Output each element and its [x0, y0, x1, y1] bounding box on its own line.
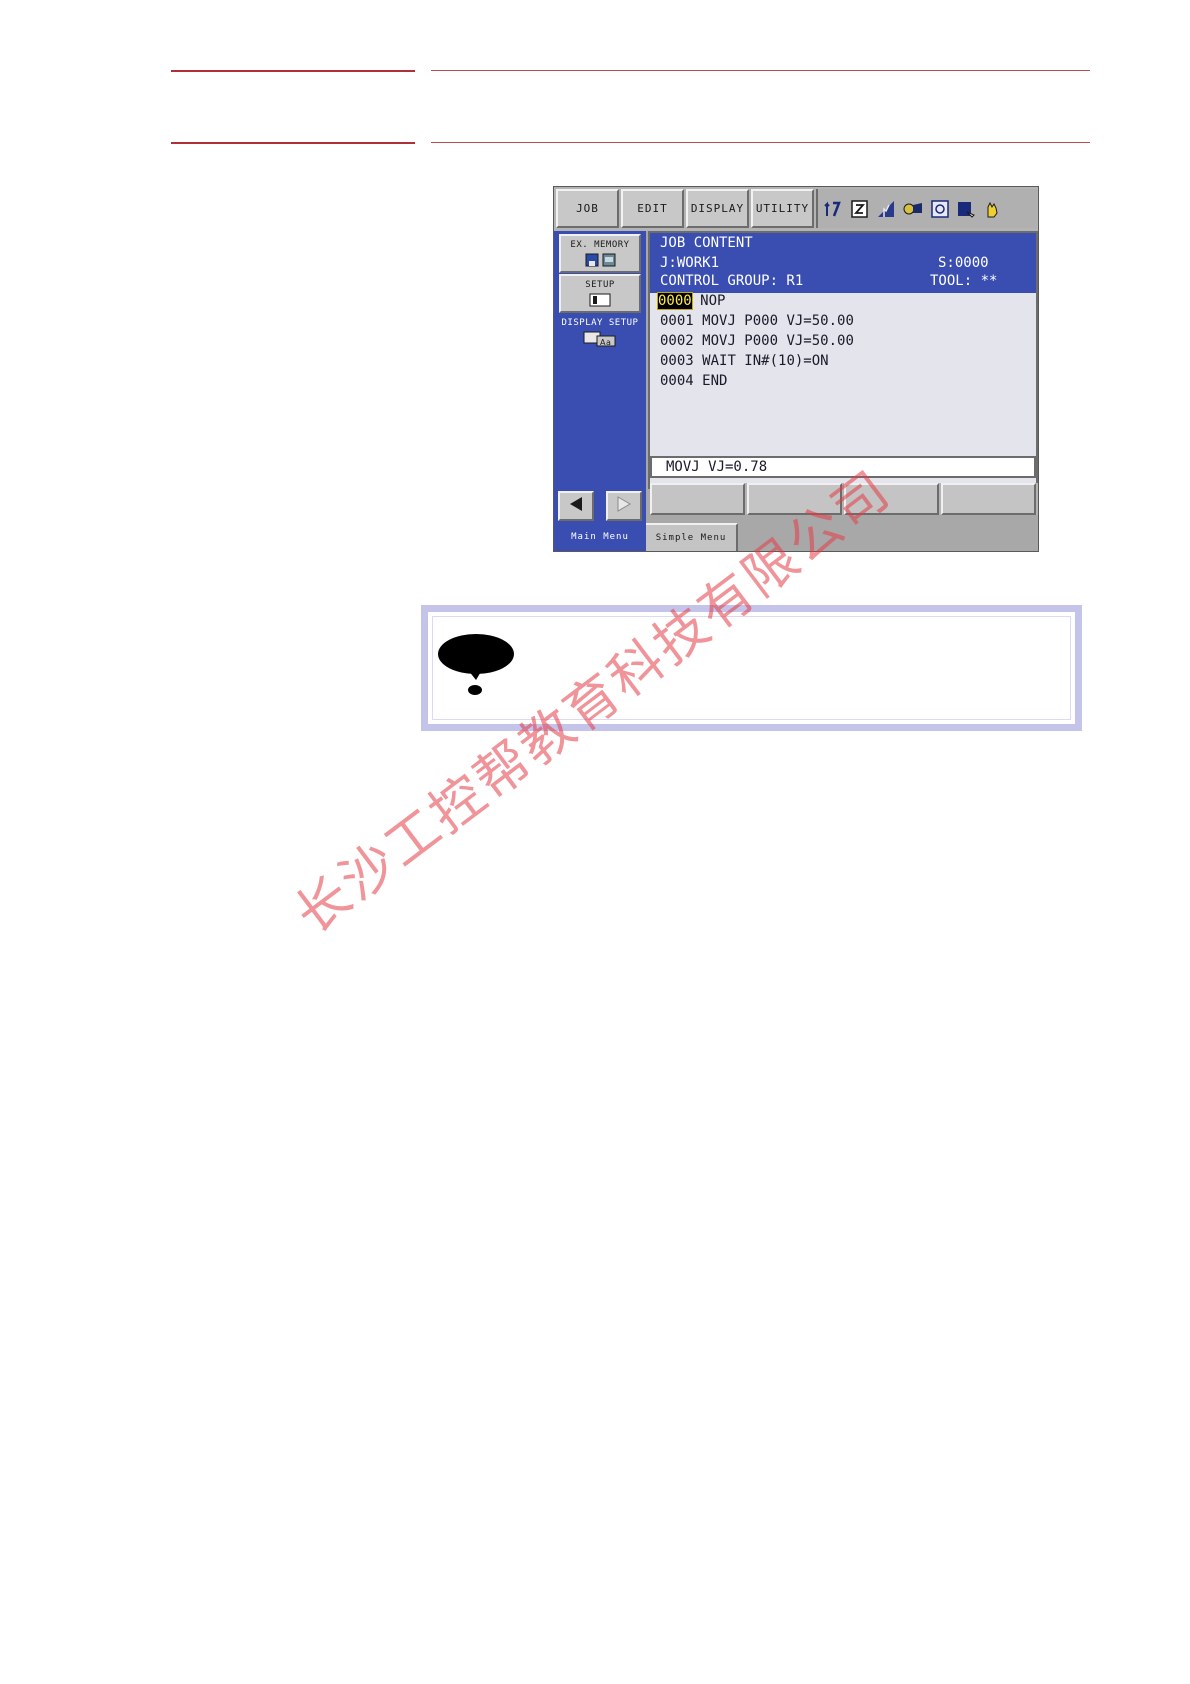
- line-number-cursor: 0000: [657, 292, 693, 310]
- main-menu-tab[interactable]: Main Menu: [554, 523, 646, 551]
- job-line[interactable]: 0001 MOVJ P000 VJ=50.00: [660, 313, 854, 329]
- job-line[interactable]: 0004 END: [660, 373, 727, 389]
- instruction: MOVJ P000 VJ=50.00: [702, 333, 854, 349]
- line-number: 0003: [660, 353, 694, 369]
- job-line[interactable]: 0000 NOP: [657, 292, 726, 310]
- svg-text:Aa: Aa: [600, 338, 611, 347]
- step-number: S:0000: [938, 255, 989, 271]
- menu-display-button[interactable]: DISPLAY: [686, 189, 749, 228]
- simple-menu-tab[interactable]: Simple Menu: [646, 523, 738, 551]
- menu-utility-button[interactable]: UTILITY: [751, 189, 814, 228]
- signal-icon: [876, 199, 896, 219]
- setup-label: SETUP: [585, 280, 615, 290]
- page-back-button[interactable]: [558, 491, 594, 521]
- job-line[interactable]: 0002 MOVJ P000 VJ=50.00: [660, 333, 854, 349]
- job-line[interactable]: 0003 WAIT IN#(10)=ON: [660, 353, 829, 369]
- job-name: J:WORK1: [660, 255, 720, 271]
- instruction: END: [702, 373, 728, 389]
- robot-group-icon: [902, 199, 924, 219]
- instruction: MOVJ P000 VJ=50.00: [702, 313, 854, 329]
- menu-job-button[interactable]: JOB: [556, 189, 619, 228]
- teach-mode-icon: [824, 199, 844, 219]
- header-rule-left-bottom: [171, 142, 415, 144]
- control-group: CONTROL GROUP: R1: [660, 273, 804, 289]
- coordinate-icon: [930, 199, 950, 219]
- instruction: WAIT IN#(10)=ON: [702, 353, 829, 369]
- important-icon: [438, 632, 518, 706]
- display-setup-button[interactable]: DISPLAY SETUP Aa: [559, 314, 641, 353]
- floppy-icon: [585, 253, 599, 270]
- header-rule-right-top: [431, 70, 1090, 71]
- job-content-title: JOB CONTENT: [660, 235, 753, 251]
- job-content-window: JOB CONTENT J:WORK1 S:0000 CONTROL GROUP…: [648, 231, 1038, 489]
- job-content-header: JOB CONTENT J:WORK1 S:0000 CONTROL GROUP…: [650, 233, 1036, 293]
- edit-icon: [850, 199, 870, 219]
- arrow-left-icon: [567, 495, 585, 517]
- arrow-right-icon: [615, 495, 633, 517]
- display-setup-label: DISPLAY SETUP: [561, 318, 639, 328]
- menu-edit-button[interactable]: EDIT: [621, 189, 684, 228]
- ex-memory-button[interactable]: EX. MEMORY: [559, 234, 641, 273]
- header-rule-right-bottom: [431, 142, 1090, 143]
- status-icon-area: [816, 189, 1037, 228]
- ex-memory-label: EX. MEMORY: [570, 240, 630, 250]
- function-key-1[interactable]: [650, 483, 745, 515]
- line-number: 0001: [660, 313, 694, 329]
- setup-button[interactable]: SETUP: [559, 274, 641, 313]
- header-rule-left-top: [171, 70, 415, 72]
- hand-icon: [982, 199, 1002, 219]
- side-panel: EX. MEMORY SETUP DISPLAY SETUP Aa: [554, 231, 646, 551]
- function-key-4[interactable]: [941, 483, 1036, 515]
- security-icon: [956, 199, 976, 219]
- instruction: NOP: [700, 293, 726, 309]
- display-setup-icon: Aa: [583, 331, 617, 350]
- tool-number: TOOL: **: [930, 273, 998, 289]
- setup-icon: [589, 293, 611, 310]
- line-number: 0002: [660, 333, 694, 349]
- menu-bar: JOB EDIT DISPLAY UTILITY: [554, 187, 1038, 231]
- memory-card-icon: [602, 253, 616, 270]
- page-forward-button[interactable]: [606, 491, 642, 521]
- line-number: 0004: [660, 373, 694, 389]
